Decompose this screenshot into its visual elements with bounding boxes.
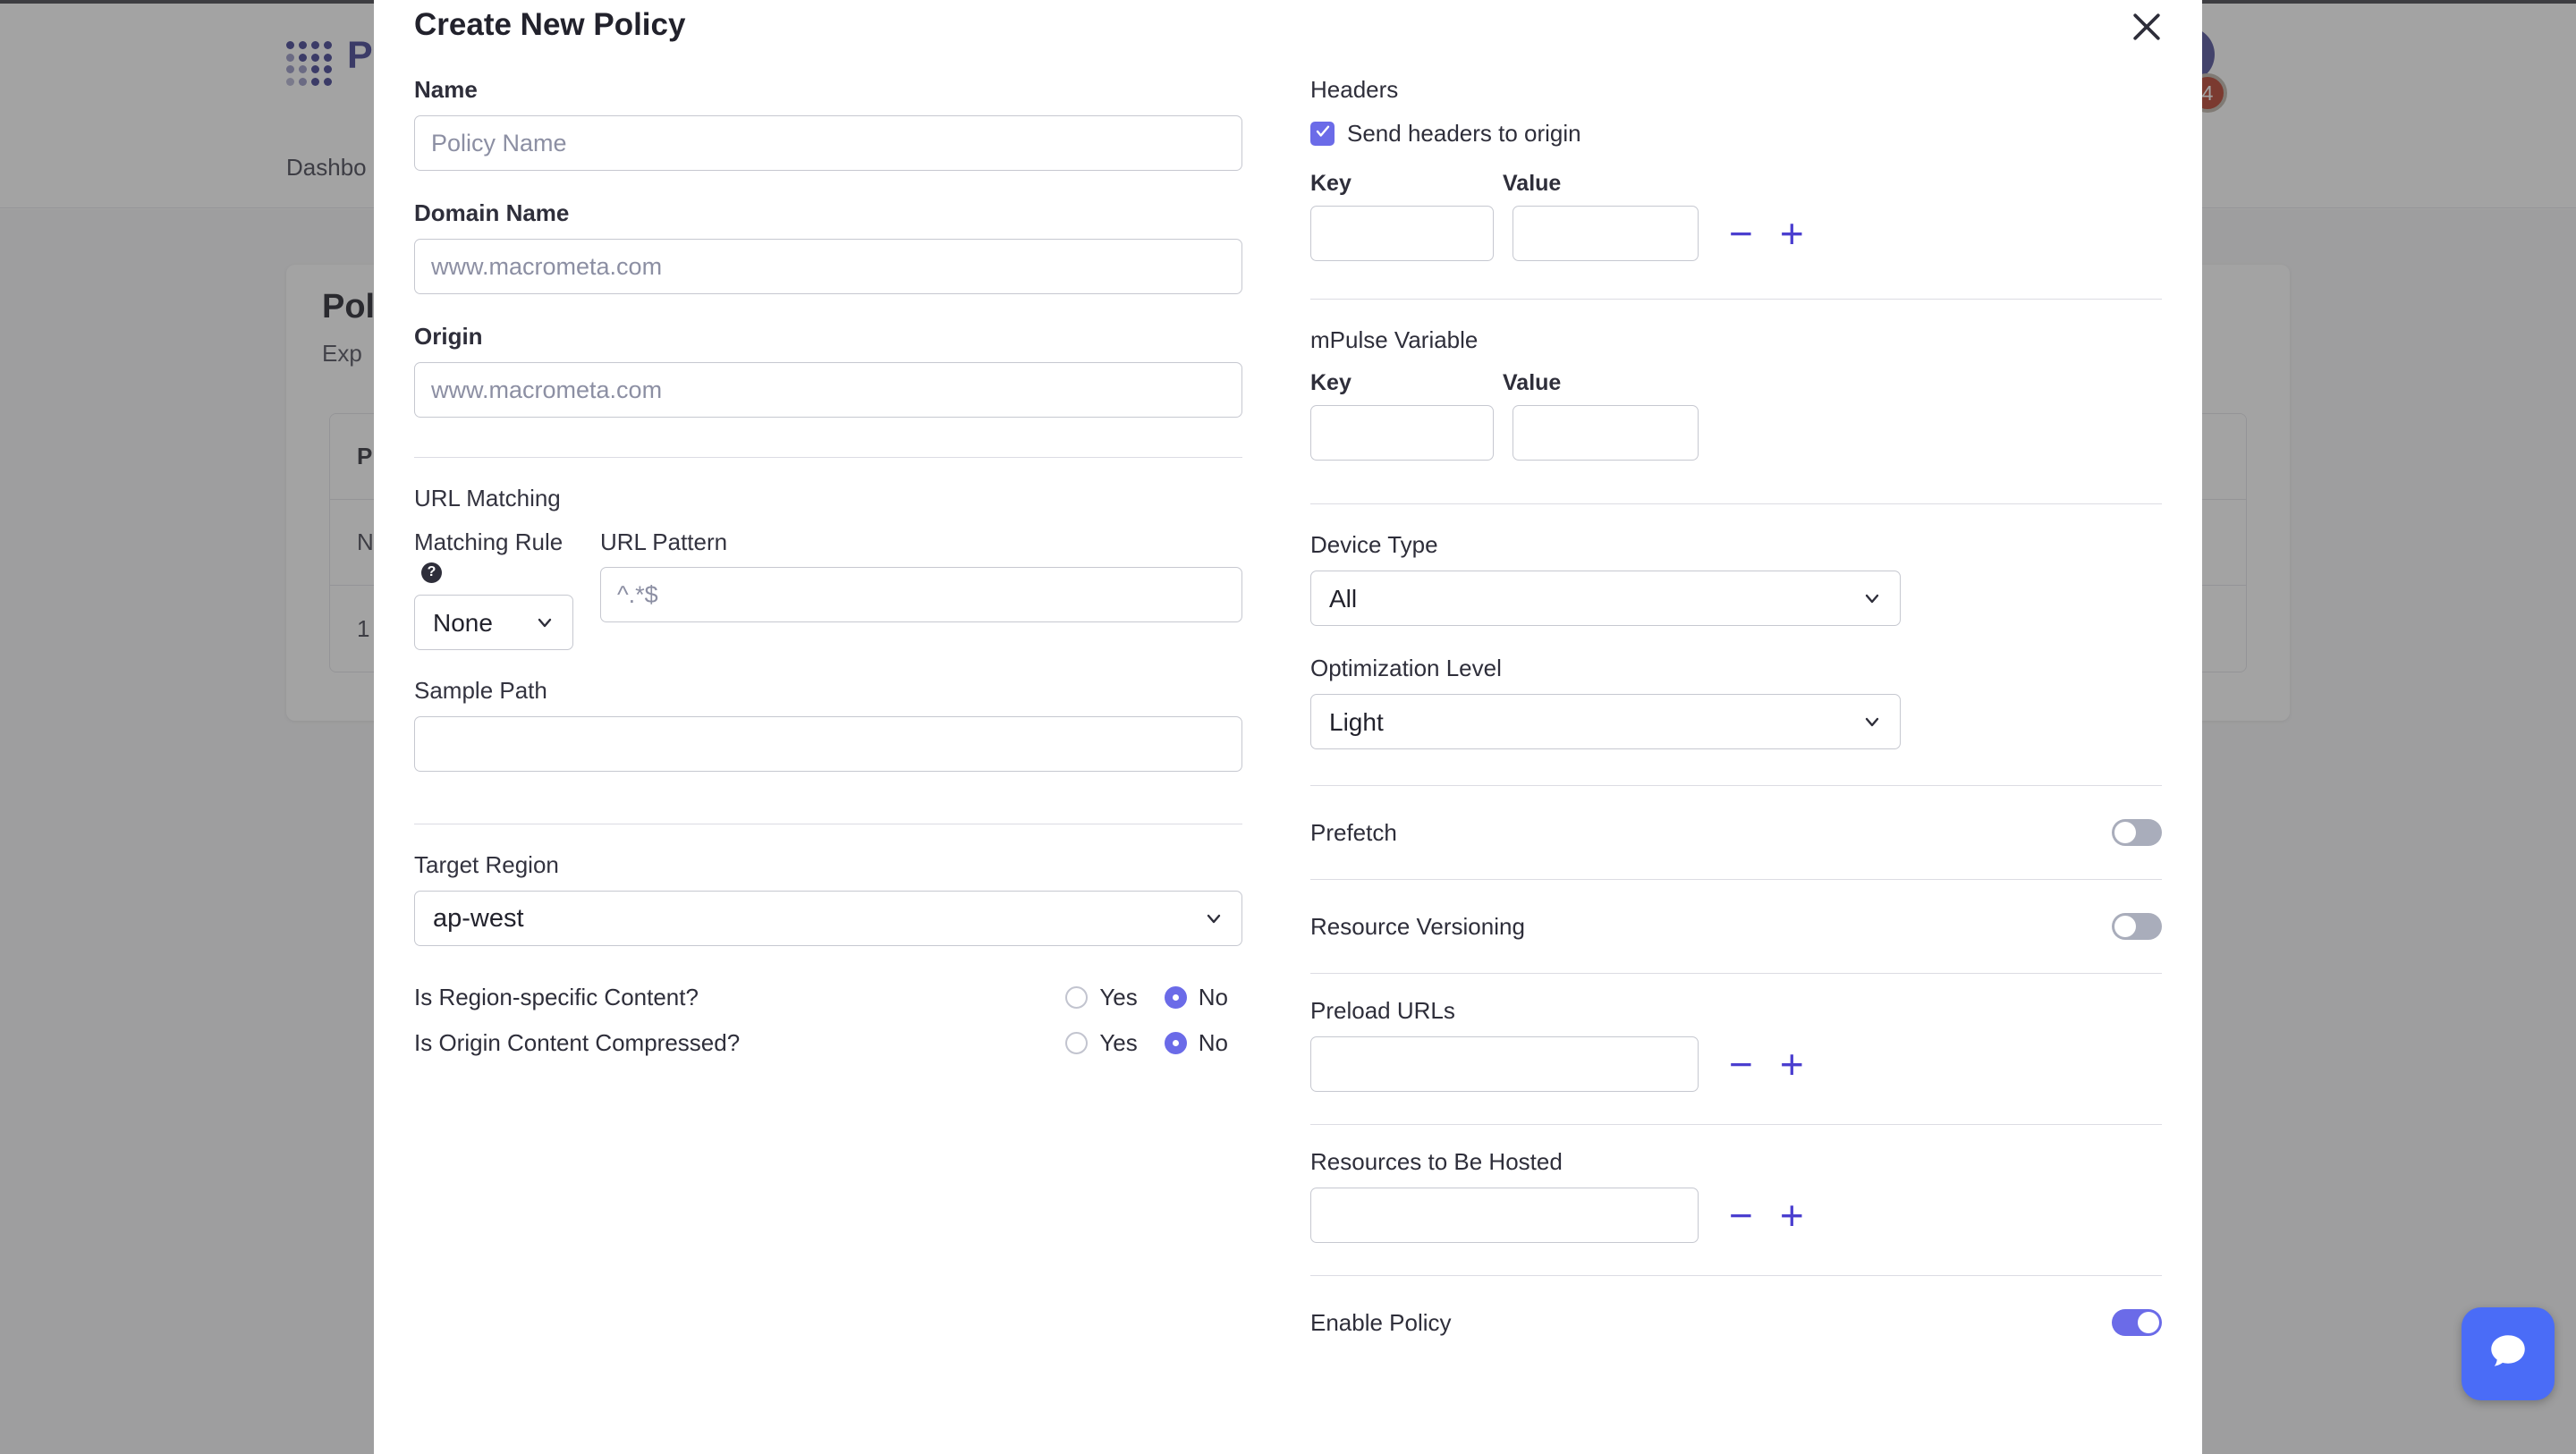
headers-kv-header: Key Value [1310, 171, 2162, 197]
close-button[interactable] [2127, 7, 2166, 46]
headers-kv-row: − + [1310, 206, 2162, 261]
radio-icon [1165, 1032, 1187, 1054]
resources-hosted-remove-button[interactable]: − [1729, 1195, 1753, 1236]
headers-add-button[interactable]: + [1780, 213, 1804, 254]
mpulse-key-input[interactable] [1310, 405, 1494, 461]
mpulse-value-input[interactable] [1513, 405, 1699, 461]
url-pattern-label: URL Pattern [600, 528, 1242, 556]
send-headers-checkbox[interactable] [1310, 122, 1335, 146]
chat-bubble-icon [2486, 1330, 2530, 1379]
resources-hosted-label: Resources to Be Hosted [1310, 1148, 2162, 1176]
toggle-knob [2114, 822, 2136, 843]
preload-urls-input[interactable] [1310, 1036, 1699, 1092]
target-region-select-wrap: ap-west [414, 891, 1242, 946]
resource-versioning-row: Resource Versioning [1310, 880, 2162, 973]
prefetch-row: Prefetch [1310, 786, 2162, 879]
resources-hosted-input[interactable] [1310, 1188, 1699, 1243]
toggle-knob [2114, 916, 2136, 937]
send-headers-row: Send headers to origin [1310, 120, 2162, 148]
chat-widget-button[interactable] [2462, 1307, 2555, 1400]
origin-compressed-yes[interactable]: Yes [1065, 1029, 1137, 1057]
radio-icon [1165, 986, 1187, 1009]
check-icon [1315, 123, 1331, 144]
radio-icon [1065, 986, 1088, 1009]
headers-remove-button[interactable]: − [1729, 213, 1753, 254]
headers-key-label: Key [1310, 171, 1503, 197]
domain-name-label: Domain Name [414, 199, 1255, 227]
origin-label: Origin [414, 323, 1255, 351]
url-matching-section-label: URL Matching [414, 485, 1255, 512]
send-headers-label: Send headers to origin [1347, 120, 1581, 148]
device-type-select-wrap: All [1310, 571, 1901, 626]
target-region-label: Target Region [414, 851, 1255, 879]
mpulse-key-label: Key [1310, 370, 1503, 396]
modal-title: Create New Policy [414, 7, 685, 43]
resources-hosted-add-button[interactable]: + [1780, 1195, 1804, 1236]
divider-preload-urls [1310, 973, 2162, 974]
optimization-level-select[interactable]: Light [1310, 694, 1901, 749]
region-specific-label: Is Region-specific Content? [414, 984, 1065, 1011]
close-icon [2127, 36, 2166, 49]
region-specific-yes[interactable]: Yes [1065, 984, 1137, 1011]
name-input[interactable] [414, 115, 1242, 171]
divider-device-type [1310, 503, 2162, 504]
region-specific-row: Is Region-specific Content? Yes No [414, 984, 1255, 1011]
origin-input[interactable] [414, 362, 1242, 418]
preload-urls-row: − + [1310, 1036, 2162, 1092]
enable-policy-row: Enable Policy [1310, 1276, 2162, 1369]
resource-versioning-toggle[interactable] [2112, 913, 2162, 940]
mpulse-section-label: mPulse Variable [1310, 326, 2162, 354]
headers-value-label: Value [1503, 171, 1561, 197]
device-type-select[interactable]: All [1310, 571, 1901, 626]
modal-left-column: Name Domain Name Origin URL Matching Mat… [374, 76, 1291, 1369]
prefetch-label: Prefetch [1310, 819, 1397, 847]
create-policy-modal: Create New Policy Name Domain Name Origi… [374, 0, 2202, 1454]
preload-urls-add-button[interactable]: + [1780, 1044, 1804, 1085]
preload-urls-label: Preload URLs [1310, 997, 2162, 1025]
mpulse-kv-row [1310, 405, 2162, 461]
origin-compressed-label: Is Origin Content Compressed? [414, 1029, 1065, 1057]
resource-versioning-label: Resource Versioning [1310, 913, 1525, 941]
divider-mpulse [1310, 299, 2162, 300]
divider-url-matching [414, 457, 1242, 458]
origin-compressed-no[interactable]: No [1165, 1029, 1228, 1057]
target-region-select[interactable]: ap-west [414, 891, 1242, 946]
region-specific-no[interactable]: No [1165, 984, 1228, 1011]
prefetch-toggle[interactable] [2112, 819, 2162, 846]
enable-policy-toggle[interactable] [2112, 1309, 2162, 1336]
sample-path-label: Sample Path [414, 677, 1255, 705]
name-label: Name [414, 76, 1255, 104]
preload-urls-remove-button[interactable]: − [1729, 1044, 1753, 1085]
toggle-knob [2138, 1312, 2159, 1333]
help-icon[interactable]: ? [421, 562, 442, 583]
sample-path-input[interactable] [414, 716, 1242, 772]
mpulse-kv-header: Key Value [1310, 370, 2162, 396]
origin-compressed-row: Is Origin Content Compressed? Yes No [414, 1029, 1255, 1057]
url-pattern-input[interactable] [600, 567, 1242, 622]
headers-value-input[interactable] [1513, 206, 1699, 261]
headers-section-label: Headers [1310, 76, 2162, 104]
matching-rule-select-wrap: None [414, 595, 573, 650]
device-type-label: Device Type [1310, 531, 2162, 559]
matching-rule-select[interactable]: None [414, 595, 573, 650]
headers-key-input[interactable] [1310, 206, 1494, 261]
matching-rule-label: Matching Rule? [414, 528, 573, 584]
domain-name-input[interactable] [414, 239, 1242, 294]
mpulse-value-label: Value [1503, 370, 1561, 396]
optimization-level-select-wrap: Light [1310, 694, 1901, 749]
optimization-level-label: Optimization Level [1310, 655, 2162, 682]
radio-icon [1065, 1032, 1088, 1054]
divider-resources-hosted [1310, 1124, 2162, 1125]
enable-policy-label: Enable Policy [1310, 1309, 1452, 1337]
resources-hosted-row: − + [1310, 1188, 2162, 1243]
modal-right-column: Headers Send headers to origin Key Value… [1291, 76, 2202, 1369]
